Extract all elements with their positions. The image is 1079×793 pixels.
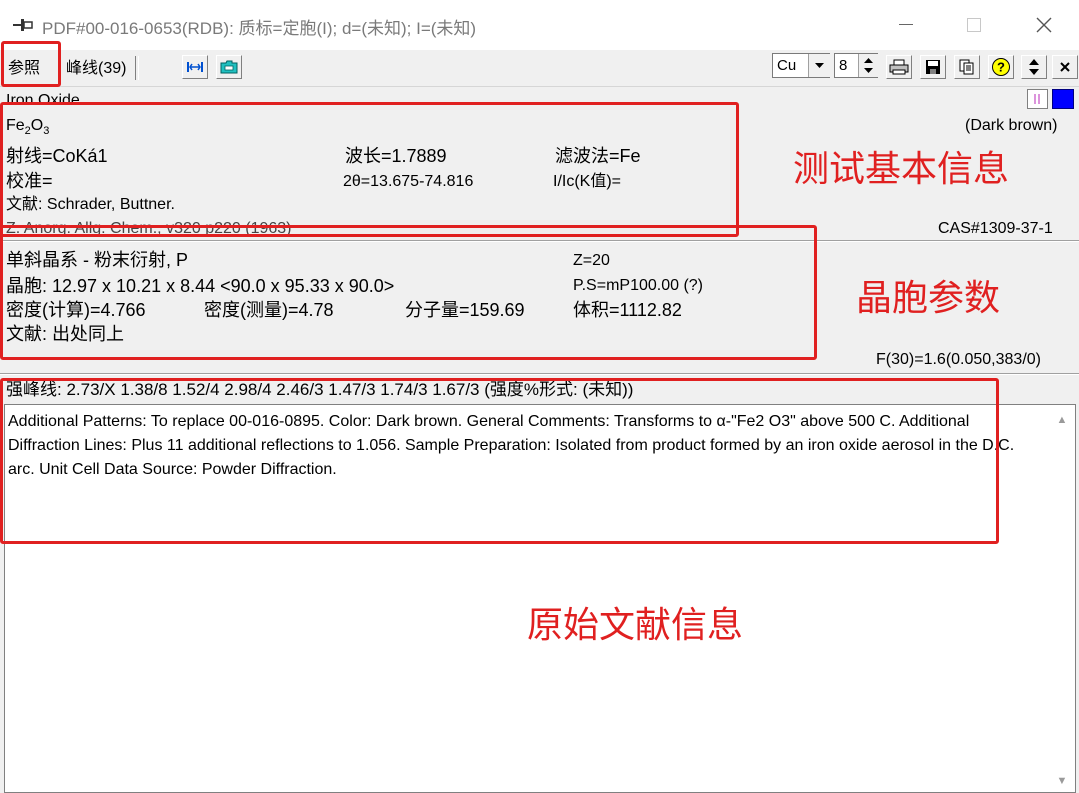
annotation-label-original-ref: 原始文献信息	[527, 605, 744, 646]
svg-text:?: ?	[997, 60, 1005, 75]
close-panel-button[interactable]	[1052, 55, 1078, 79]
annotation-box-cell-params	[0, 225, 817, 360]
tab-separator	[135, 56, 139, 80]
save-button[interactable]	[920, 55, 946, 79]
annotation-box-test-info	[0, 102, 739, 237]
annotation-box-reference-tab	[1, 41, 61, 87]
material-color: (Dark brown)	[965, 117, 1058, 134]
annotation-box-original-ref	[0, 378, 999, 544]
minimize-button[interactable]	[883, 8, 929, 42]
divider	[0, 373, 1079, 375]
maximize-button[interactable]	[951, 8, 997, 42]
copy-button[interactable]	[954, 55, 980, 79]
radiation-value: Cu	[777, 57, 797, 74]
window-title: PDF#00-016-0653(RDB): 质标=定胞(I); d=(未知); …	[42, 19, 477, 38]
figure-of-merit: F(30)=1.6(0.050,383/0)	[876, 351, 1041, 368]
stepper-arrows-icon[interactable]	[858, 54, 878, 77]
annotation-label-test-info: 测试基本信息	[793, 149, 1010, 190]
chevron-down-icon[interactable]	[808, 54, 830, 77]
folder-icon[interactable]	[216, 55, 242, 79]
pattern-swatch[interactable]	[1027, 89, 1048, 109]
color-swatch[interactable]	[1052, 89, 1074, 109]
close-button[interactable]	[1021, 8, 1067, 42]
scroll-up-icon[interactable]: ▲	[1054, 412, 1070, 428]
fit-width-button[interactable]	[182, 55, 208, 79]
scroll-down-icon[interactable]: ▼	[1054, 773, 1070, 789]
digits-value: 8	[839, 57, 848, 74]
cas-number: CAS#1309-37-1	[938, 220, 1053, 237]
sort-arrows-icon[interactable]	[1021, 55, 1047, 79]
pushpin-icon[interactable]	[12, 16, 34, 34]
annotation-label-cell-params: 晶胞参数	[856, 278, 1001, 319]
help-icon[interactable]: ?	[988, 55, 1014, 79]
toolbar	[0, 50, 1079, 87]
print-button[interactable]	[886, 55, 912, 79]
tab-peak-lines[interactable]: 峰线(39)	[66, 56, 126, 82]
